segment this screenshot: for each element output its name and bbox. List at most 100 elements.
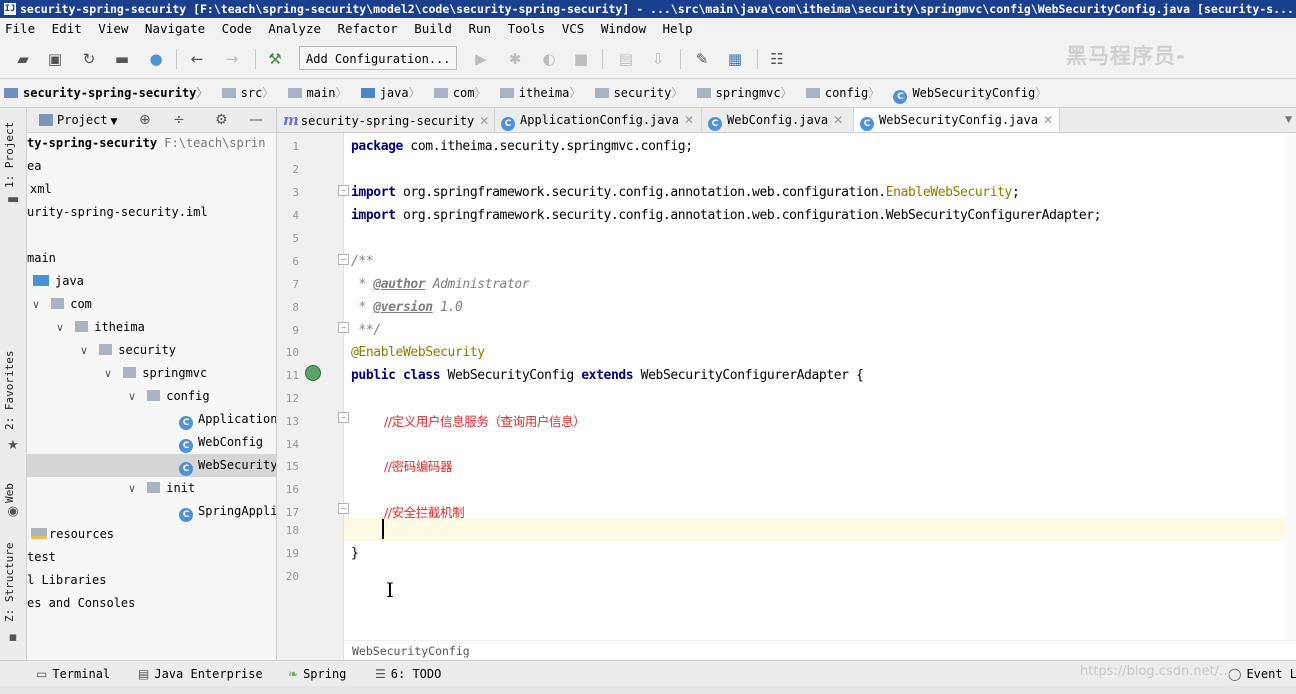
menu-window[interactable]: Window	[601, 21, 646, 36]
chevron-down-icon[interactable]: ∨	[80, 339, 92, 362]
tree-item-itheima[interactable]: ∨ itheima	[27, 316, 276, 339]
chevron-down-icon[interactable]: ∨	[32, 293, 44, 316]
breadcrumb-project[interactable]: security-spring-security 〉	[0, 79, 210, 107]
breadcrumb-websecurityconfig[interactable]: C WebSecurityConfig 〉	[889, 79, 1049, 107]
open-folder-icon[interactable]: ▰	[14, 50, 32, 68]
web-tool-tab[interactable]: Web	[3, 483, 16, 503]
tree-item-websecurityconfig[interactable]: CWebSecurityConfig	[27, 454, 276, 477]
line-number: 15	[285, 460, 299, 473]
menu-file[interactable]: File	[5, 21, 35, 36]
menu-analyze[interactable]: Analyze	[268, 21, 321, 36]
breadcrumb-com[interactable]: com 〉	[430, 79, 489, 107]
breadcrumb-java[interactable]: java 〉	[357, 79, 423, 107]
spring-tool-button[interactable]: ❧ Spring	[288, 661, 346, 687]
java-enterprise-tool-button[interactable]: ▤ Java Enterprise	[138, 661, 263, 687]
stop-icon[interactable]: ■	[572, 50, 590, 68]
attach-icon[interactable]: ▤	[617, 50, 635, 68]
breadcrumb-src[interactable]: src 〉	[218, 79, 277, 107]
tree-item-com[interactable]: ∨ com	[27, 293, 276, 316]
add-configuration-dropdown[interactable]: Add Configuration...	[299, 46, 457, 70]
editor-breadcrumb[interactable]: WebSecurityConfig	[344, 640, 1296, 660]
fold-marker-icon[interactable]: −	[338, 185, 349, 196]
sdk-icon[interactable]: ☷	[768, 50, 786, 68]
tree-item-init[interactable]: ∨ init	[27, 477, 276, 500]
breadcrumb-itheima[interactable]: itheima 〉	[496, 79, 584, 107]
back-arrow-icon[interactable]: ←	[188, 50, 206, 68]
save-all-icon[interactable]: ▣	[46, 50, 64, 68]
close-icon[interactable]: ✕	[833, 113, 843, 127]
settings-wrench-icon[interactable]: ✎	[693, 50, 711, 68]
deploy-icon[interactable]: ⇩	[649, 50, 667, 68]
menu-vcs[interactable]: VCS	[562, 21, 585, 36]
close-icon[interactable]: ✕	[1043, 113, 1053, 127]
tree-item-security[interactable]: ∨ security	[27, 339, 276, 362]
breadcrumb-config[interactable]: config 〉	[802, 79, 882, 107]
menu-run[interactable]: Run	[468, 21, 491, 36]
tree-item-config[interactable]: ∨ config	[27, 385, 276, 408]
chevron-down-icon[interactable]: ∨	[128, 477, 140, 500]
run-icon[interactable]: ▶	[472, 50, 490, 68]
tree-item-project-root[interactable]: ty-spring-security F:\teach\sprin	[27, 132, 276, 155]
fold-marker-icon[interactable]: −	[338, 322, 349, 333]
terminal-tool-button[interactable]: ▭ Terminal	[36, 661, 110, 687]
todo-tool-button[interactable]: ☰ 6: TODO	[375, 661, 441, 687]
locate-target-icon[interactable]: ⊕	[139, 108, 151, 132]
fold-marker-icon[interactable]: −	[338, 254, 349, 265]
breadcrumb-security[interactable]: security 〉	[591, 79, 686, 107]
tree-item-test[interactable]: test	[27, 546, 276, 569]
breadcrumb-main[interactable]: main 〉	[284, 79, 350, 107]
hide-panel-icon[interactable]: —	[249, 108, 263, 132]
gear-icon[interactable]: ⚙	[215, 108, 228, 132]
menu-tools[interactable]: Tools	[508, 21, 546, 36]
close-icon[interactable]: ✕	[479, 114, 489, 128]
chevron-down-icon[interactable]: ∨	[56, 316, 68, 339]
class-icon[interactable]: ●	[147, 50, 165, 68]
collapse-all-icon[interactable]: ÷	[173, 108, 185, 132]
project-tool-tab[interactable]: 1: Project	[3, 122, 16, 188]
chevron-down-icon[interactable]: ∨	[128, 385, 140, 408]
coverage-icon[interactable]: ◐	[540, 50, 558, 68]
tree-item-applicationconfig[interactable]: CApplicationConfig	[27, 408, 276, 431]
menu-view[interactable]: View	[98, 21, 128, 36]
tree-item-external-libraries[interactable]: l Libraries	[27, 569, 276, 592]
fold-marker-icon[interactable]: −	[338, 503, 349, 514]
tab-applicationconfig[interactable]: C ApplicationConfig.java ✕	[495, 108, 702, 132]
menu-help[interactable]: Help	[663, 21, 693, 36]
tree-item-springmvc[interactable]: ∨ springmvc	[27, 362, 276, 385]
tree-item-scratches[interactable]: es and Consoles	[27, 592, 276, 615]
sync-icon[interactable]: ↻	[80, 50, 98, 68]
fold-marker-icon[interactable]: −	[338, 412, 349, 423]
forward-arrow-icon[interactable]: →	[223, 50, 241, 68]
tree-item-idea[interactable]: ea	[27, 155, 276, 178]
close-icon[interactable]: ✕	[684, 113, 694, 127]
tree-item-iml[interactable]: urity-spring-security.iml	[27, 201, 276, 224]
tab-security-spring-security[interactable]: m security-spring-security ✕	[277, 108, 495, 132]
favorites-tool-tab[interactable]: 2: Favorites	[3, 351, 16, 430]
project-structure-icon[interactable]: ▬	[113, 50, 131, 68]
editor-scrollbar[interactable]	[1285, 133, 1296, 660]
tab-webconfig[interactable]: C WebConfig.java ✕	[702, 108, 854, 132]
project-structure-folder-icon[interactable]: ▦	[726, 50, 744, 68]
tree-item-springapplicationinitializer[interactable]: CSpringApplicationInitializer	[27, 500, 276, 523]
menu-refactor[interactable]: Refactor	[338, 21, 398, 36]
breadcrumb-springmvc[interactable]: springmvc 〉	[693, 79, 795, 107]
tabs-dropdown-icon[interactable]: ▼	[1285, 108, 1292, 132]
debug-icon[interactable]: ✱	[506, 50, 524, 68]
tree-item-webconfig[interactable]: C WebConfig	[27, 431, 276, 454]
event-log-tool-button[interactable]: ◯ Event L	[1228, 661, 1296, 687]
spring-bean-gutter-icon[interactable]	[305, 365, 321, 381]
menu-navigate[interactable]: Navigate	[145, 21, 205, 36]
tree-item-resources[interactable]: resources	[27, 523, 276, 546]
structure-tool-tab[interactable]: Z: Structure	[3, 543, 16, 622]
tree-item-xml[interactable]: xml	[27, 178, 276, 201]
menu-build[interactable]: Build	[414, 21, 452, 36]
project-view-dropdown[interactable]: Project	[57, 113, 108, 127]
chevron-down-icon[interactable]: ∨	[104, 362, 116, 385]
watermark: 黑马程序员-	[1066, 44, 1186, 68]
tree-item-main[interactable]: main	[27, 247, 276, 270]
tree-item-java[interactable]: java	[27, 270, 276, 293]
build-hammer-icon[interactable]: ⚒	[266, 50, 284, 68]
tab-websecurityconfig[interactable]: C WebSecurityConfig.java ✕	[854, 108, 1060, 132]
menu-edit[interactable]: Edit	[52, 21, 82, 36]
menu-code[interactable]: Code	[222, 21, 252, 36]
